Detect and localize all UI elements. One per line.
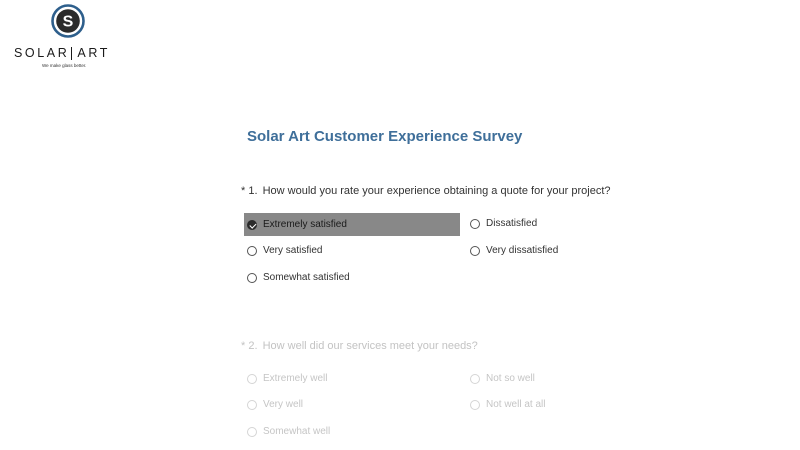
q2-option-not-so-well[interactable]: Not so well [467,367,535,390]
q1-option-dissatisfied[interactable]: Dissatisfied [467,212,537,235]
q2-option-somewhat-well[interactable]: Somewhat well [244,420,330,443]
required-mark: * [241,340,246,352]
question-number: 2. [248,340,258,352]
required-mark: * [241,185,246,197]
q1-option-very-satisfied[interactable]: Very satisfied [244,239,322,262]
survey-title: Solar Art Customer Experience Survey [247,128,523,145]
radio-circle-icon [247,399,257,410]
question-number: 1. [248,185,258,197]
survey-page: S SOLAR ART We make glass better. Solar … [0,0,800,450]
question-text: How well did our services meet your need… [262,340,478,352]
logo-wordmark: SOLAR ART [14,46,122,60]
radio-circle-icon [470,218,480,229]
q2-option-not-well-at-all[interactable]: Not well at all [467,393,545,416]
option-label: Dissatisfied [486,218,538,229]
radio-circle-icon [247,373,257,384]
logo-divider [71,46,73,60]
option-label: Extremely satisfied [263,219,347,230]
logo-tagline: We make glass better. [42,63,87,68]
option-label: Not so well [486,373,535,384]
logo-mark-icon: S [51,4,85,38]
radio-circle-icon [247,426,257,437]
option-label: Somewhat well [263,426,331,437]
question-2: * 2. How well did our services meet your… [241,340,478,352]
q2-option-very-well[interactable]: Very well [244,393,303,416]
question-text: How would you rate your experience obtai… [262,185,611,197]
radio-circle-icon [470,399,480,410]
logo-letter: S [63,14,74,31]
logo-name-right: ART [77,46,110,60]
solar-art-logo: S SOLAR ART We make glass better. [14,4,122,70]
question-1: * 1. How would you rate your experience … [241,185,611,197]
option-label: Very dissatisfied [486,245,559,256]
option-label: Very well [263,399,304,410]
radio-circle-icon [470,373,480,384]
q1-option-very-dissatisfied[interactable]: Very dissatisfied [467,239,558,262]
option-label: Somewhat satisfied [263,272,350,283]
option-label: Very satisfied [263,245,323,256]
logo-name-left: SOLAR [14,46,70,60]
radio-circle-icon [470,245,480,256]
radio-circle-icon [247,272,257,283]
q1-option-extremely-satisfied[interactable]: Extremely satisfied [244,213,460,236]
option-label: Extremely well [263,373,328,384]
check-circle-icon [247,219,257,230]
q2-option-extremely-well[interactable]: Extremely well [244,367,327,390]
q1-option-somewhat-satisfied[interactable]: Somewhat satisfied [244,266,350,289]
radio-circle-icon [247,245,257,256]
option-label: Not well at all [486,399,546,410]
